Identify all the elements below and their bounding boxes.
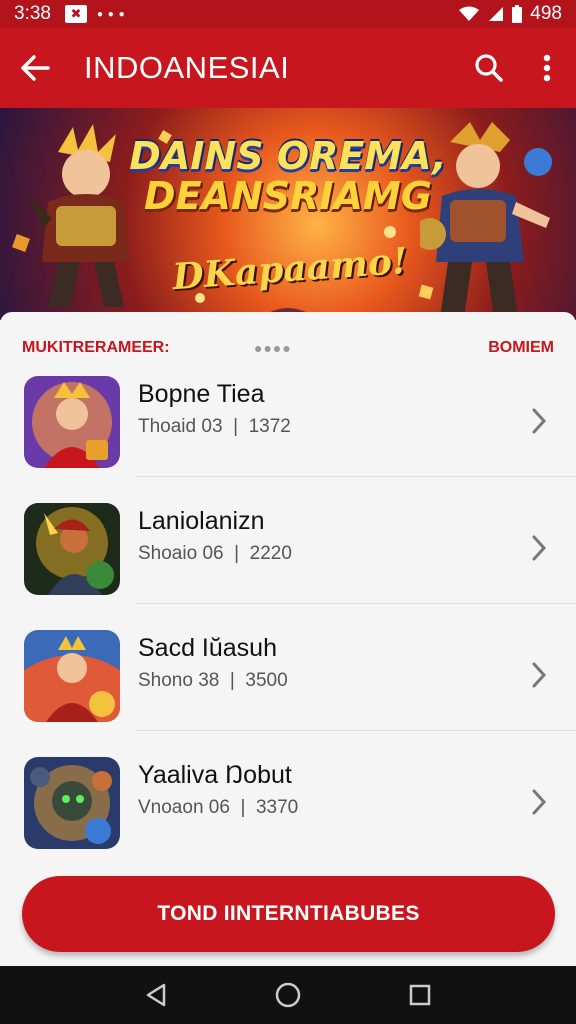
game-thumb-hero-icon: [24, 503, 120, 595]
page-title: INDOANESIAI: [84, 50, 290, 85]
recents-square-icon: [409, 984, 431, 1006]
system-nav-bar: [0, 966, 576, 1024]
nav-home-button[interactable]: [248, 966, 328, 1024]
game-meta: Shoaio 06 | 2220: [138, 543, 292, 564]
chevron-right-icon: [532, 789, 547, 815]
more-vert-icon: [543, 54, 551, 82]
game-list-item[interactable]: Bopne Tiea Thoaid 03 | 1372: [0, 358, 576, 485]
banner-title-line2: DEANSRIAMG: [144, 174, 432, 218]
chevron-right-icon: [532, 535, 547, 561]
primary-action-button[interactable]: TOND IINTERNTIABUBES: [22, 876, 555, 952]
game-name: Laniolanizn: [138, 507, 265, 535]
game-meta: Thoaid 03 | 1372: [138, 416, 291, 437]
status-time: 3:38: [14, 3, 51, 24]
search-button[interactable]: [460, 28, 518, 108]
game-list-item[interactable]: Sacd Iŭasuh Shono 38 | 3500: [0, 612, 576, 739]
game-name: Yaaliva Ŋobut: [138, 761, 292, 789]
section-header: MUKITRERAMEER: ●●●● BOMIEM: [22, 338, 554, 358]
section-left-label: MUKITRERAMEER:: [22, 339, 170, 356]
section-indicator: ●●●●: [254, 340, 292, 356]
list-divider: [136, 730, 576, 731]
game-thumb-knight-icon: [24, 757, 120, 849]
nav-back-button[interactable]: [116, 966, 196, 1024]
promo-banner[interactable]: DAINS OREMA, DEANSRIAMG DKapaamo!: [0, 108, 576, 320]
battery-level: 498: [530, 3, 562, 24]
game-thumb-queen-icon: [24, 630, 120, 722]
game-meta: Shono 38 | 3500: [138, 670, 288, 691]
chevron-right-icon: [532, 662, 547, 688]
banner-title-line1: DAINS OREMA,: [129, 134, 447, 178]
status-dots: ● ● ●: [96, 8, 126, 20]
chevron-right-icon: [532, 408, 547, 434]
battery-icon: [512, 5, 523, 23]
back-triangle-icon: [146, 983, 166, 1007]
search-icon: [475, 54, 503, 82]
list-divider: [136, 603, 576, 604]
home-circle-icon: [275, 982, 301, 1008]
notification-icon: ✖: [64, 5, 87, 23]
back-arrow-icon: [21, 55, 50, 81]
game-meta: Vnoaon 06 | 3370: [138, 797, 299, 818]
game-list-item[interactable]: Laniolanizn Shoaio 06 | 2220: [0, 485, 576, 612]
nav-recents-button[interactable]: [380, 966, 460, 1024]
game-thumb-warrior-icon: [24, 376, 120, 468]
game-list-item[interactable]: Yaaliva Ŋobut Vnoaon 06 | 3370: [0, 739, 576, 866]
back-button[interactable]: [0, 28, 70, 108]
list-divider: [136, 476, 576, 477]
signal-icon: [489, 7, 504, 21]
section-right-link[interactable]: BOMIEM: [488, 339, 554, 357]
status-bar: 3:38 ✖ ● ● ● 498: [0, 0, 576, 28]
game-list-panel: MUKITRERAMEER: ●●●● BOMIEM Bopne Tiea Th…: [0, 312, 576, 966]
game-name: Bopne Tiea: [138, 380, 265, 408]
wifi-icon: [459, 6, 480, 21]
more-options-button[interactable]: [518, 28, 576, 108]
game-name: Sacd Iŭasuh: [138, 634, 277, 662]
app-bar: INDOANESIAI: [0, 28, 576, 108]
